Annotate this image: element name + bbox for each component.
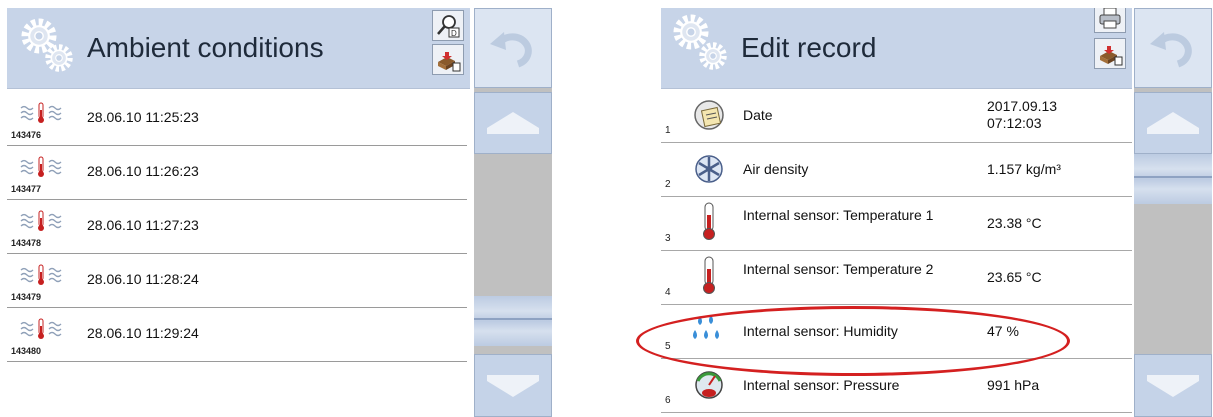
record-id: 143476 (11, 130, 42, 140)
scrollbar-thumb[interactable] (1134, 154, 1212, 204)
record-timestamp: 28.06.10 11:25:23 (87, 109, 199, 125)
arrow-down-icon (487, 374, 539, 397)
field-label: Air density (743, 161, 809, 177)
record-timestamp: 28.06.10 11:27:23 (87, 217, 199, 233)
thermometer-icon (703, 256, 715, 294)
list-item[interactable]: 143476 28.06.10 11:25:23 (7, 92, 467, 146)
arrow-down-icon (1147, 374, 1199, 397)
field-value: 991 hPa (987, 377, 1040, 393)
panel-header: Edit record (661, 8, 1132, 89)
undo-arrow-icon (490, 32, 532, 68)
pressure-gauge-icon (695, 371, 723, 399)
field-label: Internal sensor: Temperature 2 (743, 261, 934, 277)
record-list: 143476 28.06.10 11:25:23 143477 28.06.10… (7, 92, 467, 362)
air-density-icon (695, 155, 723, 183)
gears-icon (671, 14, 731, 80)
field-row-date[interactable]: 1 Date 2017.09.13 07:12:03 (661, 89, 1132, 143)
scroll-up-button[interactable] (474, 92, 552, 154)
record-id: 143477 (11, 184, 42, 194)
humidity-highlight-ellipse (636, 306, 1070, 376)
record-id: 143478 (11, 238, 42, 248)
page-title: Edit record (741, 32, 877, 63)
record-timestamp: 28.06.10 11:29:24 (87, 325, 199, 341)
export-icon (1100, 45, 1123, 65)
field-value: 2017.09.13 07:12:03 (987, 98, 1058, 131)
side-navigation (1134, 8, 1212, 417)
field-value: 1.157 kg/m³ (987, 161, 1061, 177)
field-value: 23.65 °C (987, 269, 1042, 285)
field-row-temperature-1[interactable]: 3 Internal sensor: Temperature 1 23.38 °… (661, 197, 1132, 251)
scroll-down-button[interactable] (474, 354, 552, 417)
ambient-conditions-panel: Ambient conditions D 143476 28.06.10 11:… (7, 8, 552, 417)
record-id: 143479 (11, 292, 42, 302)
list-item[interactable]: 143480 28.06.10 11:29:24 (7, 308, 467, 362)
svg-text:D: D (451, 29, 457, 38)
panel-header: Ambient conditions D (7, 8, 470, 89)
printer-icon (1099, 8, 1121, 28)
export-icon (438, 51, 461, 71)
field-value: 23.38 °C (987, 215, 1042, 231)
field-number: 1 (665, 125, 671, 136)
undo-button[interactable] (1134, 8, 1212, 88)
field-row-air-density[interactable]: 2 Air density 1.157 kg/m³ (661, 143, 1132, 197)
undo-button[interactable] (474, 8, 552, 88)
calendar-icon (694, 100, 724, 130)
record-timestamp: 28.06.10 11:26:23 (87, 163, 199, 179)
undo-arrow-icon (1150, 32, 1192, 68)
list-item[interactable]: 143479 28.06.10 11:28:24 (7, 254, 467, 308)
export-button[interactable] (1094, 38, 1126, 69)
ambient-conditions-icon (20, 156, 62, 177)
side-navigation (474, 8, 552, 417)
field-label: Internal sensor: Temperature 1 (743, 207, 934, 223)
ambient-conditions-icon (20, 318, 62, 339)
gears-icon (17, 14, 77, 80)
record-id: 143480 (11, 346, 42, 356)
field-number: 2 (665, 179, 671, 190)
ambient-conditions-icon (20, 210, 62, 231)
scrollbar-thumb[interactable] (474, 296, 552, 346)
page-title: Ambient conditions (87, 32, 324, 63)
scroll-down-button[interactable] (1134, 354, 1212, 417)
arrow-up-icon (1147, 112, 1199, 134)
field-number: 3 (665, 233, 671, 244)
field-label: Internal sensor: Pressure (743, 377, 900, 393)
field-row-temperature-2[interactable]: 4 Internal sensor: Temperature 2 23.65 °… (661, 251, 1132, 305)
export-button[interactable] (432, 44, 464, 75)
print-button[interactable] (1094, 8, 1126, 33)
record-timestamp: 28.06.10 11:28:24 (87, 271, 199, 287)
ambient-conditions-icon (20, 102, 62, 123)
scroll-up-button[interactable] (1134, 92, 1212, 154)
field-number: 4 (665, 287, 671, 298)
field-number: 6 (665, 395, 671, 406)
search-details-button[interactable]: D (432, 10, 464, 41)
search-details-icon: D (437, 14, 460, 38)
list-item[interactable]: 143478 28.06.10 11:27:23 (7, 200, 467, 254)
field-label: Date (743, 107, 773, 123)
thermometer-icon (703, 202, 715, 240)
arrow-up-icon (487, 112, 539, 134)
ambient-conditions-icon (20, 264, 62, 285)
list-item[interactable]: 143477 28.06.10 11:26:23 (7, 146, 467, 200)
